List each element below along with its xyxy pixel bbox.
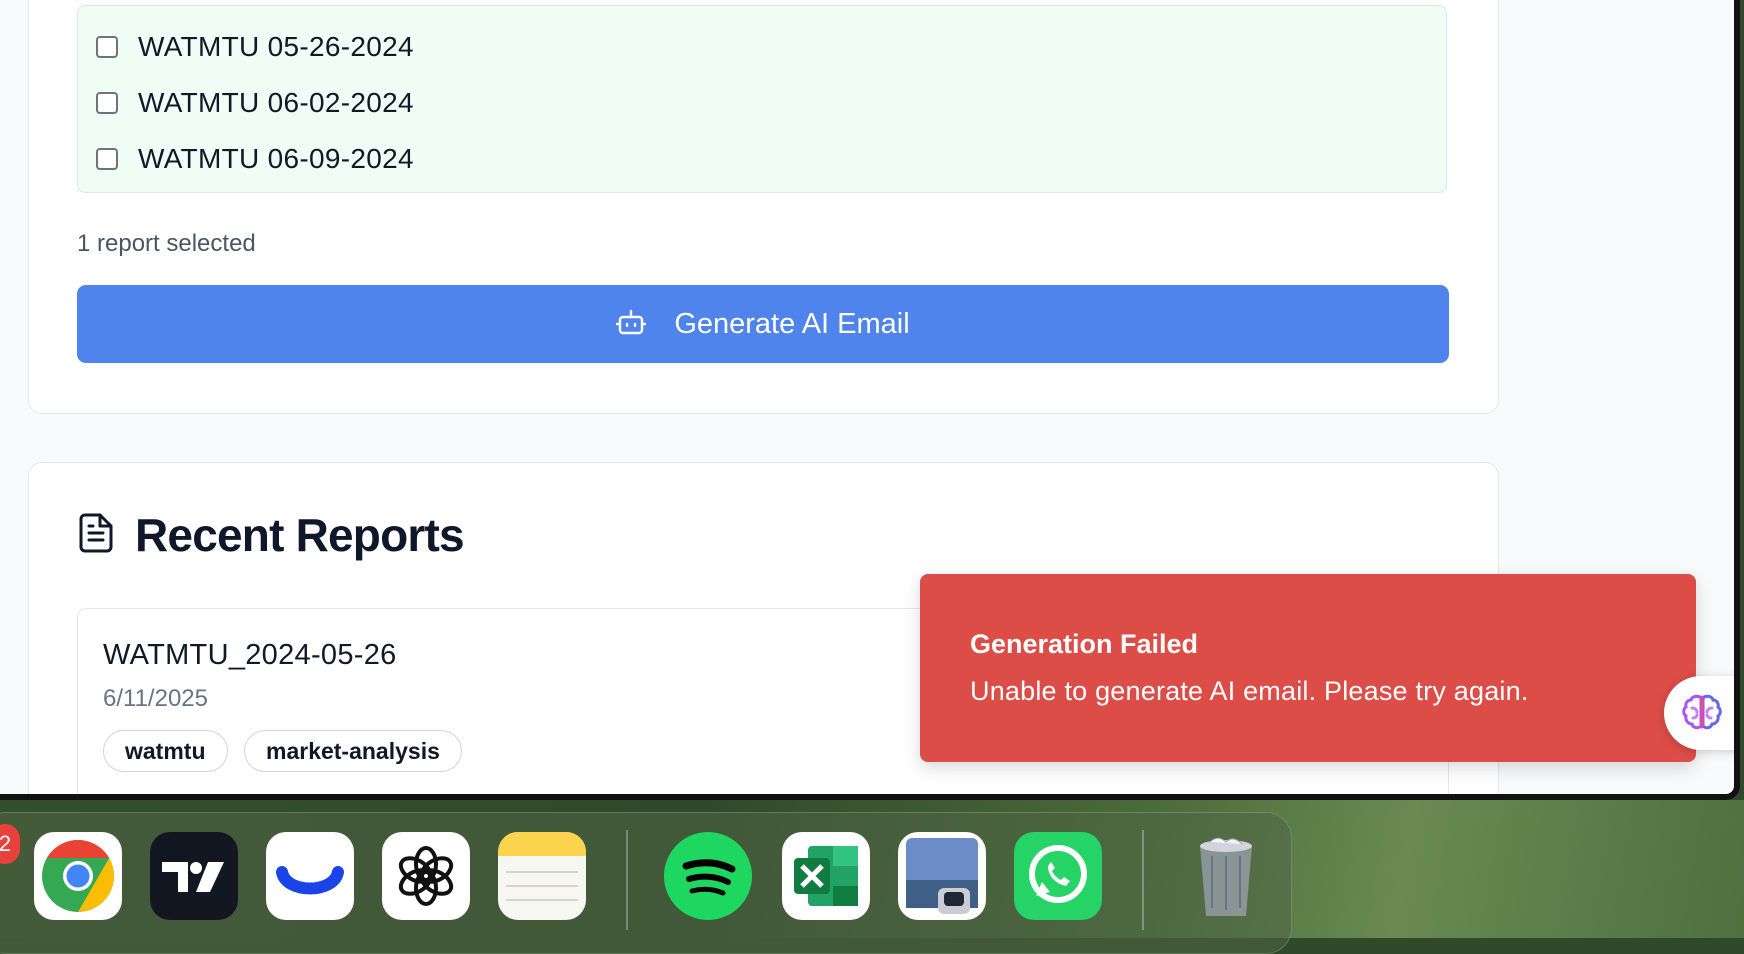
- tradingview-icon[interactable]: [150, 832, 238, 920]
- report-checkbox-row[interactable]: WATMTU 05-26-2024: [96, 27, 414, 67]
- chatgpt-icon[interactable]: [382, 832, 470, 920]
- assistant-button[interactable]: [1664, 676, 1734, 750]
- selected-count-text: 1 report selected: [77, 230, 256, 257]
- brain-icon: [1682, 694, 1722, 737]
- trash-icon[interactable]: [1182, 832, 1270, 920]
- recent-reports-heading: Recent Reports: [77, 508, 465, 562]
- spotify-icon[interactable]: [664, 832, 752, 920]
- webull-icon[interactable]: [266, 832, 354, 920]
- excel-icon[interactable]: [782, 832, 870, 920]
- preview-icon[interactable]: [898, 832, 986, 920]
- report-checkbox-label: WATMTU 06-09-2024: [138, 143, 414, 174]
- toast-title: Generation Failed: [970, 629, 1199, 659]
- dock-separator: [626, 830, 628, 930]
- report-tag: watmtu: [103, 730, 228, 772]
- generate-button-label: Generate AI Email: [674, 307, 910, 340]
- report-name: WATMTU_2024-05-26: [103, 639, 397, 671]
- report-tag: market-analysis: [244, 730, 462, 772]
- section-title: Recent Reports: [135, 509, 465, 561]
- whatsapp-icon[interactable]: [1014, 832, 1102, 920]
- notification-badge: 2: [0, 824, 20, 864]
- report-checkbox-row[interactable]: WATMTU 06-09-2024: [96, 139, 414, 179]
- checkbox[interactable]: [96, 92, 118, 114]
- generate-ai-email-button[interactable]: Generate AI Email: [77, 285, 1449, 363]
- report-checkbox-label: WATMTU 06-02-2024: [138, 87, 414, 118]
- checkbox[interactable]: [96, 36, 118, 58]
- report-checkbox-row[interactable]: WATMTU 06-02-2024: [96, 83, 414, 123]
- document-icon: [77, 512, 115, 559]
- checkbox[interactable]: [96, 148, 118, 170]
- report-checkbox-label: WATMTU 05-26-2024: [138, 31, 414, 62]
- error-toast[interactable]: Generation Failed Unable to generate AI …: [920, 574, 1696, 762]
- report-checklist: WATMTU 05-26-2024 WATMTU 06-02-2024 WATM…: [77, 5, 1447, 193]
- chrome-icon[interactable]: [34, 832, 122, 920]
- notes-icon[interactable]: [498, 832, 586, 920]
- report-date: 6/11/2025: [103, 685, 208, 712]
- robot-icon: [616, 308, 647, 341]
- app-window: WATMTU 05-26-2024 WATMTU 06-02-2024 WATM…: [0, 0, 1740, 800]
- dock-separator: [1142, 830, 1144, 930]
- toast-message: Unable to generate AI email. Please try …: [970, 676, 1529, 706]
